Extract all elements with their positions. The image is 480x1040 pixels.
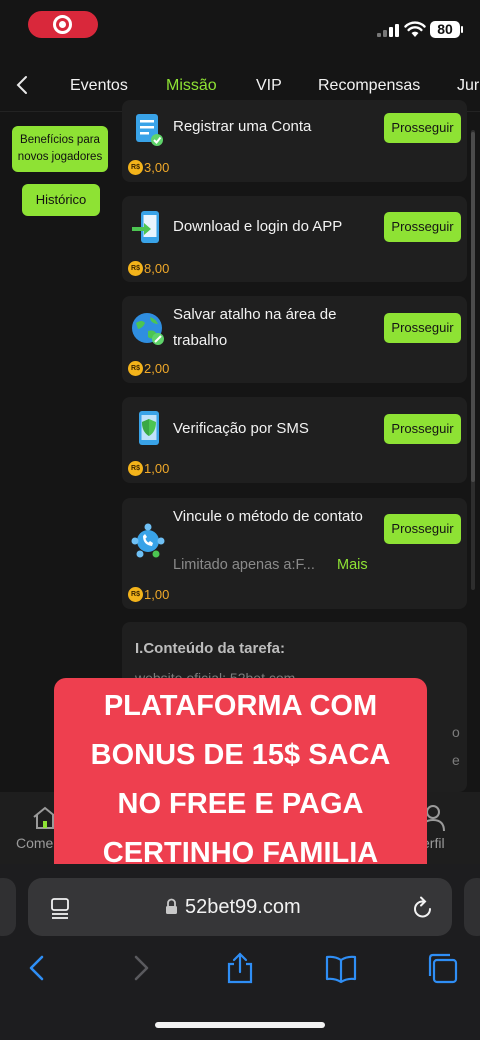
- task-title: Vincule o método de contato: [173, 508, 363, 525]
- document-check-icon: [136, 114, 163, 146]
- share-icon[interactable]: [224, 952, 256, 984]
- lock-icon: [166, 898, 177, 914]
- phone-download-icon: [132, 211, 159, 243]
- task-card-register: Registrar uma Conta Prosseguir R$ 3,00: [122, 100, 467, 182]
- task-reward: R$ 1,00: [128, 461, 169, 477]
- reward-amount: 3,00: [144, 160, 170, 175]
- phone-shield-icon: [139, 411, 159, 445]
- wifi-icon: [404, 21, 426, 37]
- bookmarks-icon[interactable]: [325, 952, 357, 984]
- banner-line: NO FREE E PAGA: [117, 788, 364, 820]
- banner-line: BONUS DE 15$ SACA: [90, 739, 391, 771]
- task-reward: R$ 8,00: [128, 261, 169, 277]
- coin-icon: R$: [128, 160, 143, 175]
- home-indicator[interactable]: [155, 1022, 325, 1028]
- task-reward: R$ 2,00: [128, 361, 169, 377]
- banner-line: PLATAFORMA COM: [103, 690, 378, 722]
- page-menu-icon[interactable]: [50, 897, 70, 919]
- globe-link-icon: [132, 313, 164, 345]
- nav-home-label[interactable]: Come: [16, 835, 53, 851]
- record-icon: [53, 15, 72, 34]
- forward-icon[interactable]: [124, 952, 156, 984]
- coin-icon: R$: [128, 461, 143, 476]
- coin-icon: R$: [128, 261, 143, 276]
- status-bar: 80: [0, 0, 480, 50]
- task-title: Download e login do APP: [173, 218, 343, 235]
- reload-icon[interactable]: [412, 896, 434, 920]
- reward-amount: 1,00: [144, 461, 170, 476]
- url-text[interactable]: 52bet99.com: [185, 896, 301, 919]
- previous-tab-preview[interactable]: [0, 878, 16, 936]
- tab-juros[interactable]: Jur: [457, 77, 479, 95]
- contact-network-icon: [131, 523, 165, 558]
- task-limit-text: Limitado apenas a:F...: [173, 557, 315, 573]
- reward-amount: 2,00: [144, 361, 170, 376]
- task-card-shortcut: Salvar atalho na área de trabalho Prosse…: [122, 296, 467, 383]
- sidebar-item-new-player-benefits[interactable]: Benefícios para novos jogadores: [12, 126, 108, 172]
- proceed-button[interactable]: Prosseguir: [384, 113, 461, 143]
- coin-icon: R$: [128, 361, 143, 376]
- task-reward: R$ 3,00: [128, 160, 169, 176]
- proceed-button[interactable]: Prosseguir: [384, 313, 461, 343]
- task-content-title: I.Conteúdo da tarefa:: [135, 640, 286, 657]
- battery-indicator: 80: [430, 21, 463, 38]
- task-content-fragment: o: [452, 724, 460, 740]
- more-link[interactable]: Mais: [337, 557, 368, 573]
- screen-recording-indicator[interactable]: [28, 11, 98, 38]
- task-card-sms-verification: Verificação por SMS Prosseguir R$ 1,00: [122, 397, 467, 483]
- tab-vip[interactable]: VIP: [256, 77, 282, 95]
- task-card-download-app: Download e login do APP Prosseguir R$ 8,0…: [122, 196, 467, 282]
- next-tab-preview[interactable]: [464, 878, 480, 936]
- task-title: Salvar atalho na área de trabalho: [173, 306, 337, 349]
- task-content-fragment: e: [452, 752, 460, 768]
- proceed-button[interactable]: Prosseguir: [384, 514, 461, 544]
- tab-missao[interactable]: Missão: [166, 77, 217, 95]
- coin-icon: R$: [128, 587, 143, 602]
- cellular-signal-icon: [377, 24, 399, 37]
- tab-recompensas[interactable]: Recompensas: [318, 77, 420, 95]
- tab-eventos[interactable]: Eventos: [70, 77, 128, 95]
- proceed-button[interactable]: Prosseguir: [384, 212, 461, 242]
- proceed-button[interactable]: Prosseguir: [384, 414, 461, 444]
- back-icon[interactable]: [22, 952, 54, 984]
- reward-amount: 1,00: [144, 587, 170, 602]
- sidebar-item-history[interactable]: Histórico: [22, 184, 100, 216]
- promo-banner-overlay: PLATAFORMA COM BONUS DE 15$ SACA NO FREE…: [54, 678, 427, 881]
- task-reward: R$ 1,00: [128, 587, 169, 603]
- task-card-contact-method: Vincule o método de contato Prosseguir L…: [122, 498, 467, 609]
- scrollbar-thumb[interactable]: [471, 132, 475, 482]
- task-title: Verificação por SMS: [173, 420, 309, 437]
- task-title: Registrar uma Conta: [173, 118, 312, 135]
- reward-amount: 8,00: [144, 261, 170, 276]
- chevron-left-icon[interactable]: [12, 74, 34, 96]
- tabs-icon[interactable]: [426, 952, 458, 984]
